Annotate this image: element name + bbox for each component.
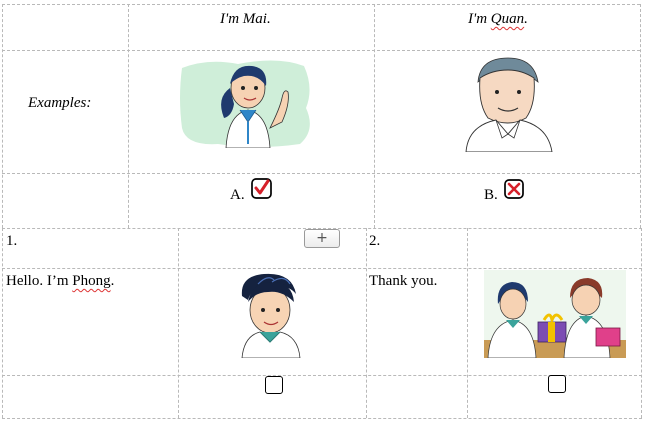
- answer-checkbox-1[interactable]: [265, 376, 283, 394]
- grid-line: [128, 4, 129, 228]
- item-number-1: 1.: [6, 233, 18, 249]
- answer-checkbox-2[interactable]: [548, 375, 566, 393]
- gift-illustration: [484, 270, 626, 358]
- grid-line: [2, 4, 640, 5]
- grid-line: [2, 4, 3, 228]
- grid-line: [641, 228, 642, 418]
- examples-label: Examples:: [28, 95, 92, 111]
- option-a-label: A.: [230, 187, 245, 203]
- phong-text: Hello. I’m Phong.: [6, 273, 115, 289]
- grid-line: [2, 228, 3, 418]
- grid-line: [2, 173, 640, 174]
- phong-illustration: [241, 273, 301, 358]
- grid-line: [2, 418, 642, 419]
- thank-you-text: Thank you.: [369, 273, 438, 289]
- grid-line: [2, 268, 642, 269]
- grid-line: [2, 50, 640, 51]
- add-row-button[interactable]: +: [304, 229, 340, 248]
- grid-line: [640, 4, 641, 228]
- checked-box-icon: [251, 178, 272, 199]
- option-b-label: B.: [484, 187, 498, 203]
- quan-illustration: [465, 57, 553, 152]
- header-quan: I'm Quan.: [468, 11, 528, 27]
- grid-line: [467, 228, 468, 418]
- item-number-2: 2.: [369, 233, 381, 249]
- mai-illustration: [180, 60, 310, 148]
- grid-line: [366, 228, 367, 418]
- grid-line: [2, 375, 642, 376]
- grid-line: [178, 228, 179, 418]
- grid-line: [374, 4, 375, 228]
- header-mai: I'm Mai.: [220, 11, 271, 27]
- crossed-box-icon: [504, 179, 524, 199]
